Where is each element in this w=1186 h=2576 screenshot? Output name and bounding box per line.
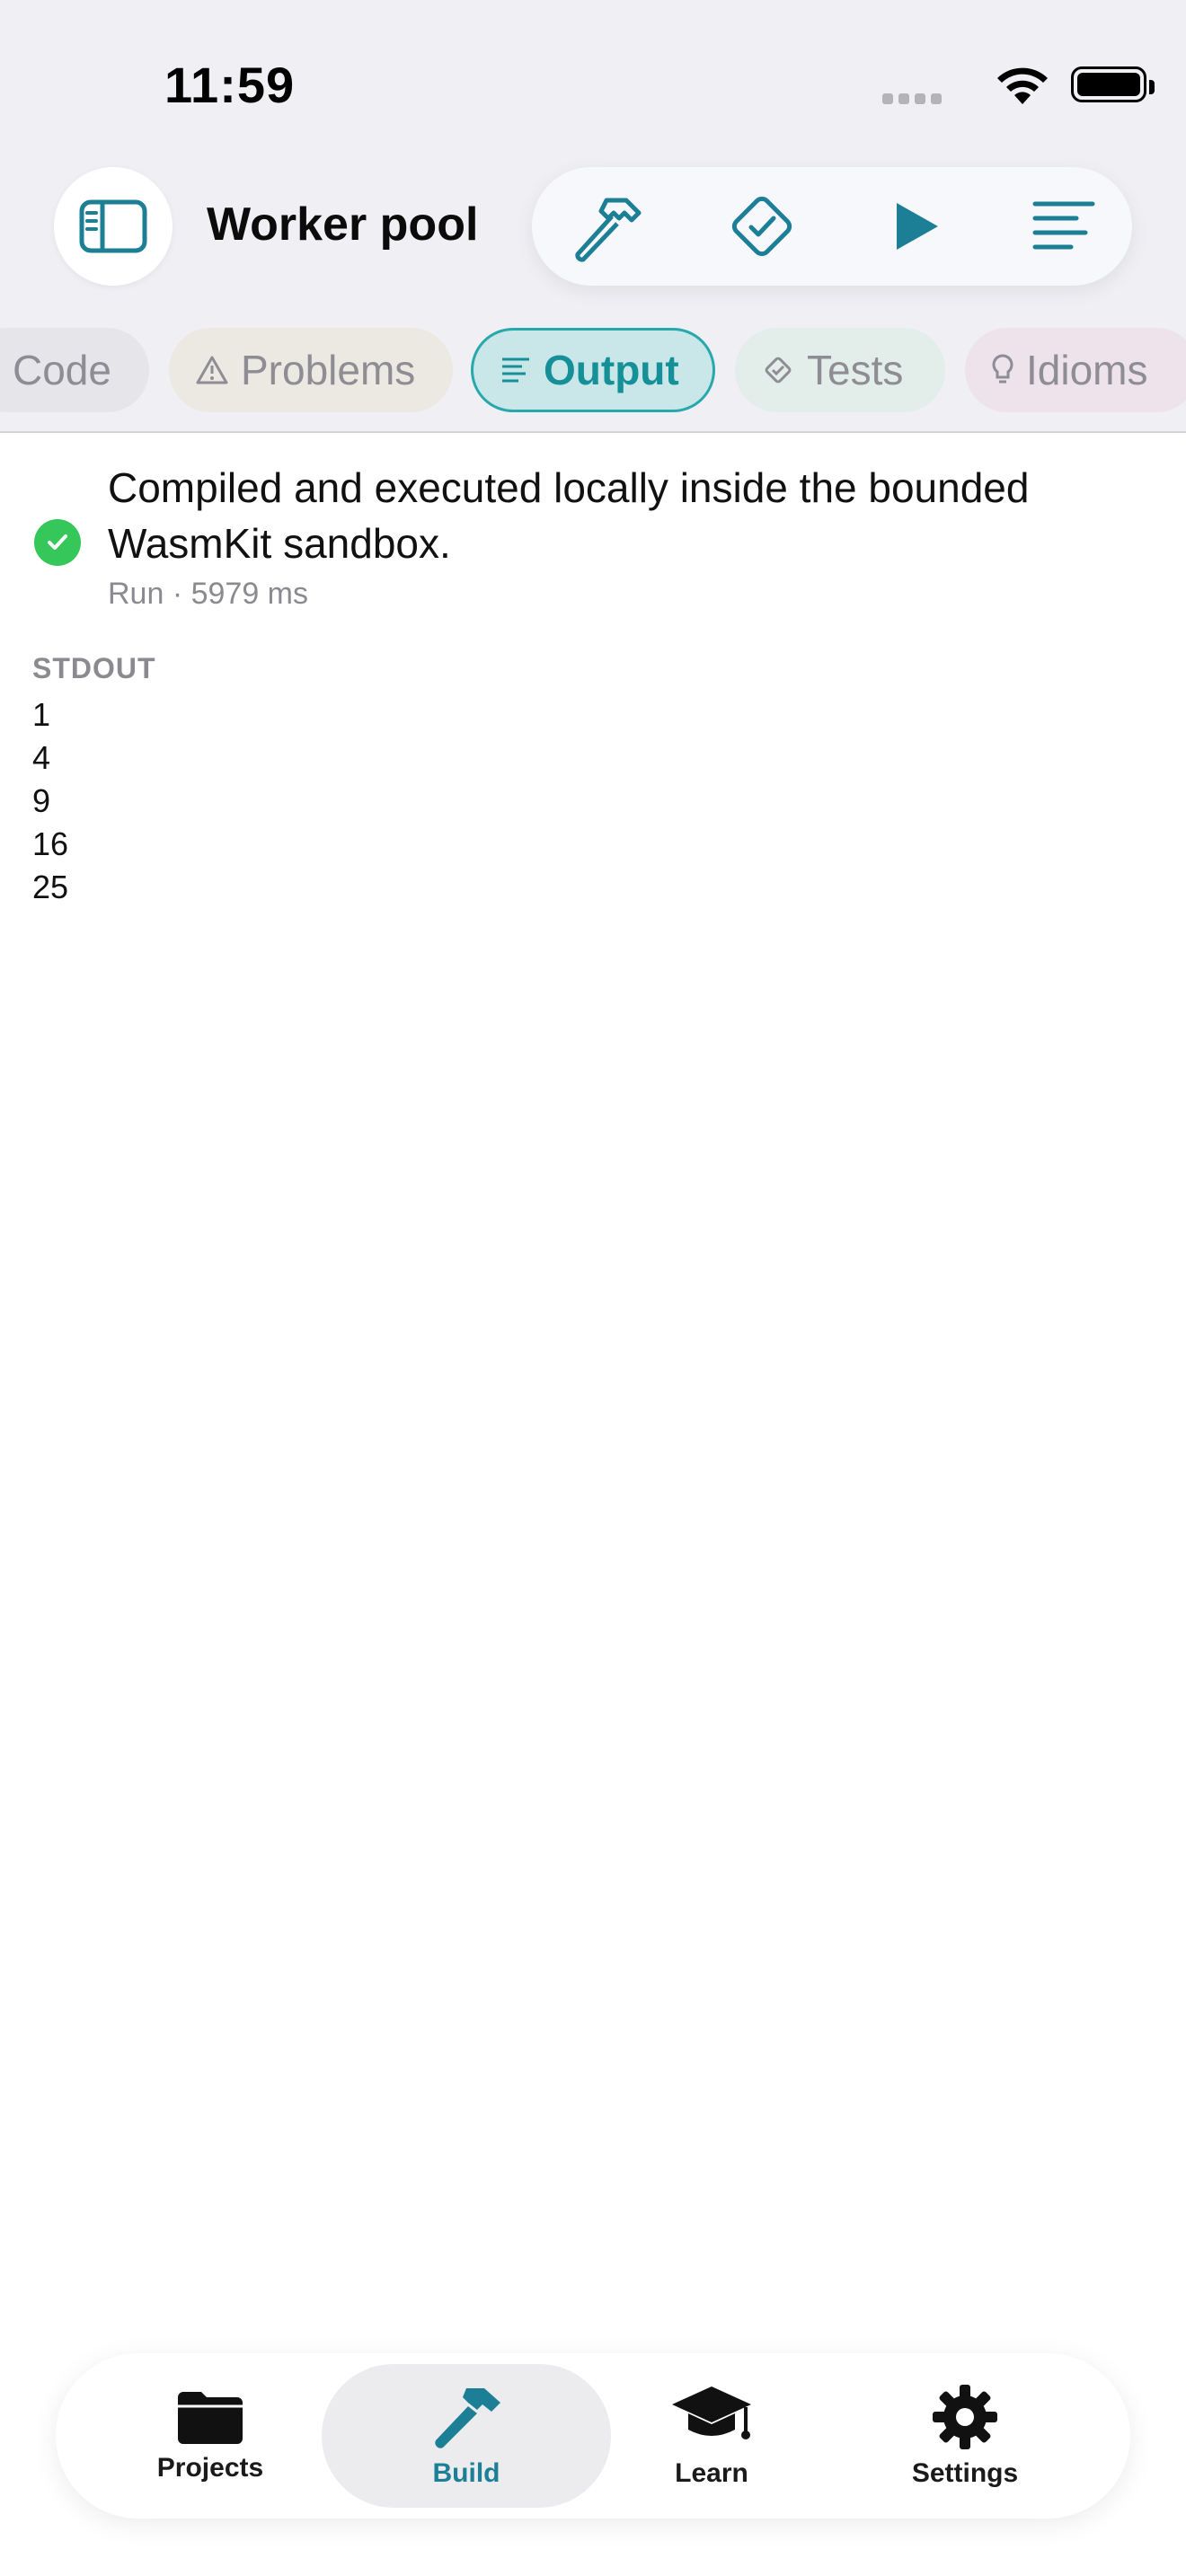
run-button[interactable] — [872, 181, 961, 271]
tab-code[interactable]: Code — [0, 328, 149, 412]
tab-label: Problems — [241, 347, 416, 393]
tab-label: Tests — [807, 347, 904, 393]
tab-tests[interactable]: Tests — [735, 328, 945, 412]
tabbar-label: Settings — [911, 2458, 1019, 2488]
tabbar-settings[interactable]: Settings — [830, 2364, 1100, 2508]
tabbar-label: Build — [432, 2458, 500, 2488]
cellular-signal-icon — [882, 93, 942, 104]
stdout-line: 4 — [32, 739, 51, 776]
check-button[interactable] — [717, 181, 807, 271]
sidebar-icon — [79, 199, 147, 253]
tab-label: Output — [544, 347, 679, 393]
output-message: Compiled and executed locally inside the… — [108, 464, 1030, 567]
tab-label: Idioms — [1026, 347, 1148, 393]
page-title: Worker pool — [207, 198, 479, 251]
stdout-line: 16 — [32, 825, 69, 862]
hammer-icon — [435, 2388, 500, 2448]
tabbar-build[interactable]: Build — [322, 2364, 611, 2508]
text-lines-icon — [500, 356, 531, 384]
diamond-check-icon — [762, 354, 794, 386]
tab-output[interactable]: Output — [471, 328, 715, 412]
checkmark-diamond-icon — [731, 196, 792, 257]
battery-icon — [1071, 66, 1155, 102]
run-duration: Run · 5979 ms — [108, 577, 308, 611]
folder-icon — [178, 2392, 243, 2444]
divider — [0, 431, 1186, 433]
tabbar-projects[interactable]: Projects — [75, 2364, 345, 2508]
wifi-icon — [995, 63, 1050, 110]
tab-strip: Code Problems Output Tests Idioms — [0, 328, 1186, 414]
status-time: 11:59 — [164, 57, 296, 113]
tab-idioms[interactable]: Idioms — [965, 328, 1186, 412]
tabbar-label: Learn — [675, 2458, 748, 2488]
tab-label: Code — [13, 347, 111, 393]
hammer-icon — [575, 198, 642, 262]
build-button[interactable] — [562, 181, 652, 271]
graduation-cap-icon — [672, 2386, 751, 2439]
header-area: 11:59 Worker pool Code Problems Output T… — [0, 0, 1186, 431]
tabbar-label: Projects — [156, 2453, 264, 2483]
lightbulb-icon — [992, 354, 1013, 386]
sidebar-toggle-button[interactable] — [54, 167, 173, 286]
stdout-line: 9 — [32, 782, 51, 819]
tabbar-learn[interactable]: Learn — [577, 2364, 846, 2508]
warning-icon — [196, 355, 228, 385]
lines-icon — [1032, 201, 1095, 250]
success-check-icon — [34, 519, 81, 566]
stdout-line: 1 — [32, 696, 51, 733]
menu-button[interactable] — [1019, 181, 1109, 271]
gear-icon — [933, 2385, 997, 2449]
stdout-line: 25 — [32, 869, 69, 905]
stdout-output: 1 4 9 16 25 — [32, 693, 68, 909]
toolbar — [532, 167, 1132, 286]
stdout-label: STDOUT — [32, 652, 156, 684]
tab-problems[interactable]: Problems — [169, 328, 453, 412]
bottom-tab-bar: Projects Build Learn Settings — [56, 2353, 1130, 2519]
play-icon — [897, 203, 938, 250]
